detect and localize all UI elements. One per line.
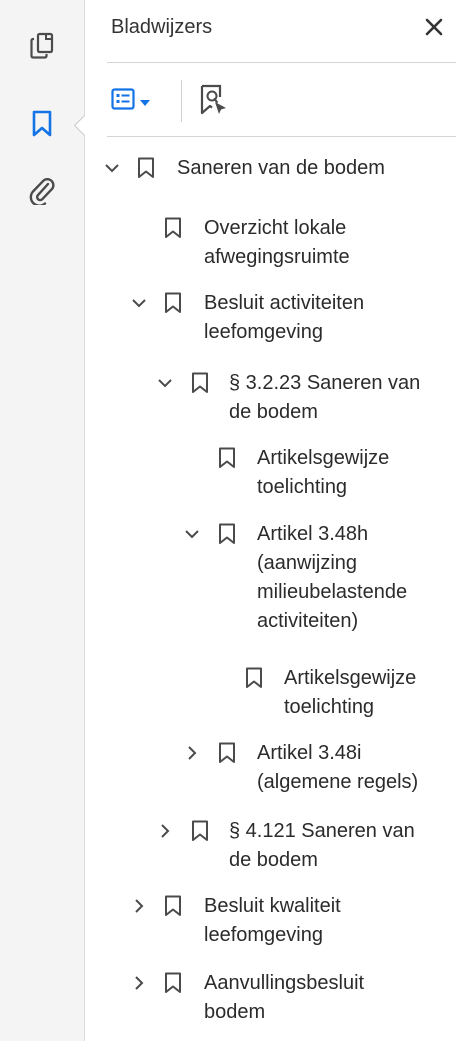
bookmark-label: Saneren van de bodem [177, 157, 385, 179]
header-divider [107, 62, 456, 63]
bookmark-label: toelichting [257, 476, 348, 498]
bookmark-label: § 4.121 Saneren van [229, 820, 415, 842]
toolbar-divider-bottom [107, 136, 456, 137]
bookmark-label: Besluit kwaliteit [204, 895, 341, 917]
bookmark-label: Artikel 3.48h [257, 523, 369, 545]
bookmark-icon[interactable] [24, 106, 60, 142]
bookmark-label: milieubelastende [257, 581, 408, 603]
bookmark-label: de bodem [229, 401, 318, 423]
bookmark-icon [164, 895, 182, 917]
paperclip-icon[interactable] [24, 172, 60, 208]
bookmark-label: bodem [204, 1001, 266, 1023]
bookmark-label: Aanvullingsbesluit [204, 972, 365, 994]
chevron-down-icon[interactable] [131, 295, 147, 311]
chevron-right-icon[interactable] [157, 823, 173, 839]
chevron-down-icon[interactable] [104, 160, 120, 176]
chevron-right-icon[interactable] [131, 898, 147, 914]
bookmark-label: Artikel 3.48i [257, 742, 362, 764]
bookmark-label: Besluit activiteiten [204, 292, 365, 314]
bookmark-label: Artikelsgewijze [284, 667, 417, 689]
bookmark-icon [191, 372, 209, 394]
chevron-down-icon [140, 93, 150, 111]
bookmark-label: afwegingsruimte [204, 246, 350, 268]
bookmark-label: Overzicht lokale [204, 217, 347, 239]
list-options-button[interactable] [111, 88, 150, 115]
bookmark-label: leefomgeving [204, 321, 323, 343]
bookmark-label: de bodem [229, 849, 318, 871]
chevron-down-icon[interactable] [157, 375, 173, 391]
bookmarks-panel: Bladwijzers Saneren van de bodem Overzic… [85, 0, 464, 1041]
bookmark-icon [245, 667, 263, 689]
chevron-right-icon[interactable] [184, 745, 200, 761]
bookmark-icon [218, 447, 236, 469]
bookmark-label: § 3.2.23 Saneren van [229, 372, 421, 394]
close-icon[interactable] [419, 12, 449, 42]
left-tool-rail [0, 0, 85, 1041]
bookmark-label: activiteiten) [257, 610, 359, 632]
toolbar-divider [181, 80, 182, 122]
find-bookmark-icon [199, 84, 229, 121]
bookmark-label: Artikelsgewijze [257, 447, 390, 469]
bookmark-icon [218, 742, 236, 764]
bookmark-icon [137, 157, 155, 179]
bookmark-icon [164, 217, 182, 239]
panel-title: Bladwijzers [111, 16, 213, 38]
find-bookmark-button[interactable] [199, 84, 229, 121]
bookmark-label: (algemene regels) [257, 771, 419, 793]
list-options-icon [111, 88, 135, 115]
bookmark-label: toelichting [284, 696, 375, 718]
chevron-right-icon[interactable] [131, 975, 147, 991]
bookmark-icon [164, 292, 182, 314]
chevron-down-icon[interactable] [184, 526, 200, 542]
bookmark-icon [218, 523, 236, 545]
pages-icon[interactable] [24, 28, 60, 64]
bookmark-icon [164, 972, 182, 994]
bookmark-label: (aanwijzing [257, 552, 358, 574]
bookmark-icon [191, 820, 209, 842]
bookmark-label: leefomgeving [204, 924, 323, 946]
